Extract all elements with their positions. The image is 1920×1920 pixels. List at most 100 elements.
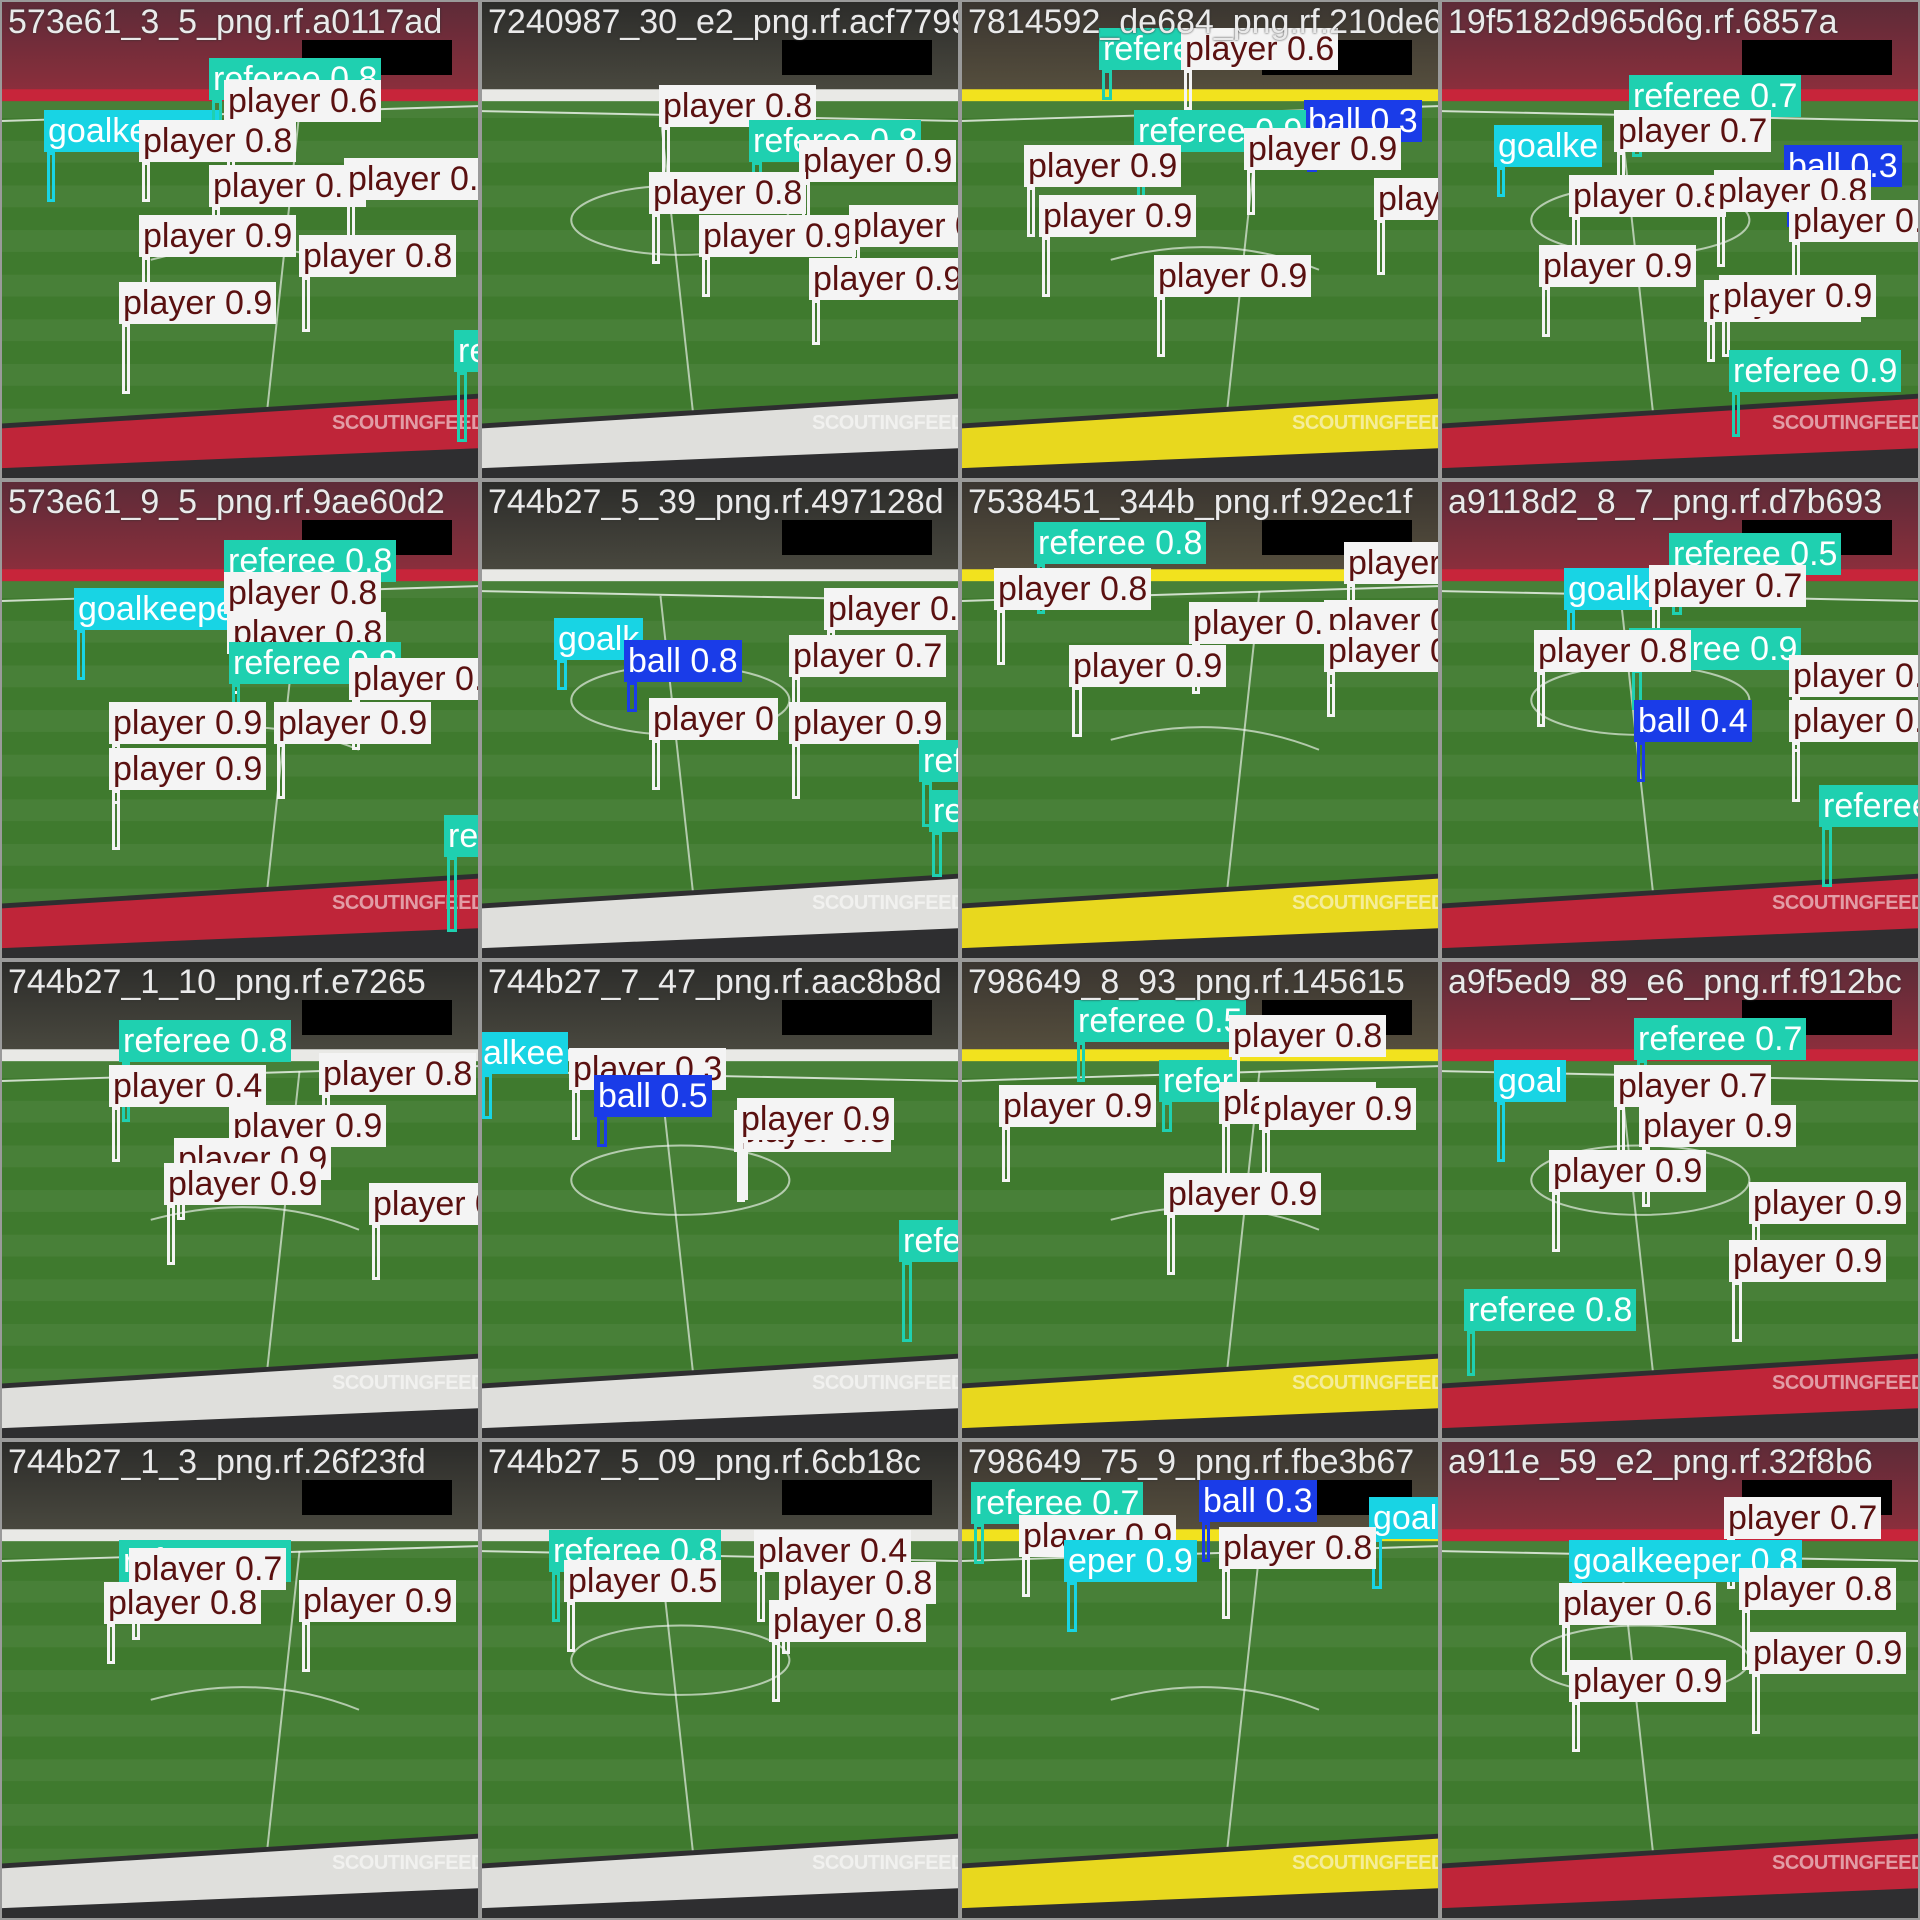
detection-label: referee 0.9 — [929, 790, 958, 832]
bounding-box — [1222, 1124, 1230, 1179]
detection-label: player 0.8 — [1219, 1527, 1377, 1569]
watermark: SCOUTINGFEED — [1772, 1372, 1920, 1394]
detection-label: referee 0.9 — [454, 330, 478, 372]
detection-label: ball 0.4 — [1634, 700, 1752, 742]
bounding-box — [702, 257, 710, 297]
bounding-box — [1262, 1130, 1270, 1175]
detection-label: player 0.8 — [1534, 630, 1692, 672]
mosaic-tile: SCOUTINGFEED referee 0.8 goalkeeper player … — [0, 480, 480, 960]
detection-label: referee 0.9 — [899, 1220, 958, 1262]
detection-label: player 0.8 — [1569, 175, 1727, 217]
bounding-box — [1072, 687, 1082, 737]
tile-filename: 744b27_1_3_png.rf.26f23fd — [8, 1443, 426, 1481]
detection-label: goalk — [1564, 568, 1654, 610]
bounding-box — [1184, 70, 1192, 110]
bounding-box — [302, 277, 310, 332]
detection-label: player 0.9 — [1069, 645, 1227, 687]
mosaic-tile: SCOUTINGFEED goalkeeper referee 0.8 player … — [0, 0, 480, 480]
bounding-box — [932, 832, 942, 877]
detection-label: referee 0.8 — [919, 740, 958, 782]
mosaic-tile: SCOUTINGFEED referee 0.8 player 0.4 player … — [480, 1440, 960, 1920]
bounding-box — [1717, 212, 1725, 267]
detection-label: player 0.8 — [299, 235, 457, 277]
detection-label: player 0.9 — [1539, 245, 1697, 287]
detection-label: player 0.5 — [564, 1560, 722, 1602]
detection-label: player 0.9 — [789, 702, 947, 744]
detection-label: goalkeeper 0.4 — [1369, 1497, 1438, 1539]
detection-label: player 0.9 — [1244, 128, 1402, 170]
bounding-box — [372, 1225, 380, 1280]
detection-label: player 0.8 — [319, 1053, 477, 1095]
watermark: SCOUTINGFEED — [1772, 1852, 1920, 1874]
detection-label: player 0.8 — [779, 1562, 937, 1604]
detection-label: player 0.9 — [1344, 542, 1438, 584]
detection-label: player 0.9 — [1569, 1660, 1727, 1702]
detection-label: player 0.9 — [1749, 1632, 1907, 1674]
detection-label: player 0.7 — [1649, 565, 1807, 607]
detection-label: player 0.9 — [1154, 255, 1312, 297]
mosaic-tile: SCOUTINGFEEDreferee 0.8player 0.9player … — [960, 480, 1440, 960]
detection-label: player 0.9 — [164, 1163, 322, 1205]
bounding-box — [812, 300, 820, 345]
bounding-box — [997, 610, 1005, 665]
mosaic-tile: SCOUTINGFEEDgoalkplayer 0.4ball 0.8playe… — [480, 480, 960, 960]
tile-filename: 7538451_344b_png.rf.92ec1f — [968, 483, 1413, 521]
detection-label: referee 0.8 — [119, 1020, 292, 1062]
detection-label: referee 0.8 — [1034, 522, 1207, 564]
bounding-box — [302, 1622, 310, 1672]
watermark: SCOUTINGFEED — [1292, 1852, 1440, 1874]
bounding-box — [1167, 1215, 1175, 1275]
detection-label: player 0.9 — [1549, 1150, 1707, 1192]
redaction-bar — [1742, 40, 1892, 75]
detection-label: player 0.9 — [1789, 200, 1918, 242]
bounding-box — [1822, 827, 1832, 887]
tile-filename: 573e61_3_5_png.rf.a0117ad — [8, 3, 443, 41]
detection-label: player 0.9 — [799, 140, 957, 182]
bounding-box — [1067, 1582, 1077, 1632]
bounding-box — [1102, 70, 1112, 100]
detection-label: player 0.8 — [649, 172, 807, 214]
tile-filename: 573e61_9_5_png.rf.9ae60d2 — [8, 483, 445, 521]
detection-label: player 0.9 — [109, 702, 267, 744]
watermark: SCOUTINGFEED — [812, 892, 960, 914]
detection-label: goal — [1494, 1060, 1567, 1102]
bounding-box — [1637, 742, 1645, 782]
redaction-bar — [782, 520, 932, 555]
watermark: SCOUTINGFEED — [1292, 1372, 1440, 1394]
bounding-box — [557, 660, 567, 690]
tile-filename: a9f5ed9_89_e6_png.rf.f912bc — [1448, 963, 1902, 1001]
detection-label: player 0.9 — [809, 258, 958, 300]
bounding-box — [1732, 392, 1740, 437]
detection-label: player 0.7 — [1614, 1065, 1772, 1107]
bounding-box — [107, 1624, 115, 1664]
detection-label: player 0.8 — [104, 1582, 262, 1624]
mosaic-tile: SCOUTINGFEEDreferee 0.5player 0.7player … — [0, 1440, 480, 1920]
mosaic-tile: SCOUTINGFEED player 0.7 goalkeeper 0.8 play… — [1440, 1440, 1920, 1920]
redaction-bar — [302, 1480, 452, 1515]
bounding-box — [1377, 220, 1385, 275]
mosaic-tile: SCOUTINGFEEDreferee 0.7ball 0.3goalkeepe… — [960, 1440, 1440, 1920]
bounding-box — [1732, 1282, 1742, 1342]
bounding-box — [1707, 322, 1715, 362]
detection-label: player 0.9 — [1164, 1173, 1322, 1215]
bounding-box — [167, 1205, 175, 1265]
detection-label: player 0.9 — [139, 215, 297, 257]
bounding-box — [77, 630, 85, 680]
bounding-box — [1027, 187, 1035, 237]
detection-label: player 0.8 — [994, 568, 1152, 610]
bounding-box — [1202, 1522, 1210, 1562]
tile-filename: 744b27_5_39_png.rf.497128d — [488, 483, 944, 521]
detection-label: player 0.8 — [139, 120, 297, 162]
redaction-bar — [782, 1480, 932, 1515]
detection-label: eper 0.9 — [1064, 1540, 1197, 1582]
detection-label: player 0.9 — [1729, 1240, 1887, 1282]
bounding-box — [47, 152, 55, 202]
detection-label: player 0.6 — [1559, 1583, 1717, 1625]
bounding-box — [902, 1262, 912, 1342]
detection-label: referee 0.5 — [1074, 1000, 1247, 1042]
mosaic-tile: SCOUTINGFEED referee 0.5 goalk player 0.7 re… — [1440, 480, 1920, 960]
bounding-box — [567, 1602, 575, 1652]
tile-filename: 798649_75_9_png.rf.fbe3b67 — [968, 1443, 1415, 1481]
detection-label: player 0.8 — [1189, 602, 1347, 644]
detection-label: player 0.6 — [224, 80, 382, 122]
